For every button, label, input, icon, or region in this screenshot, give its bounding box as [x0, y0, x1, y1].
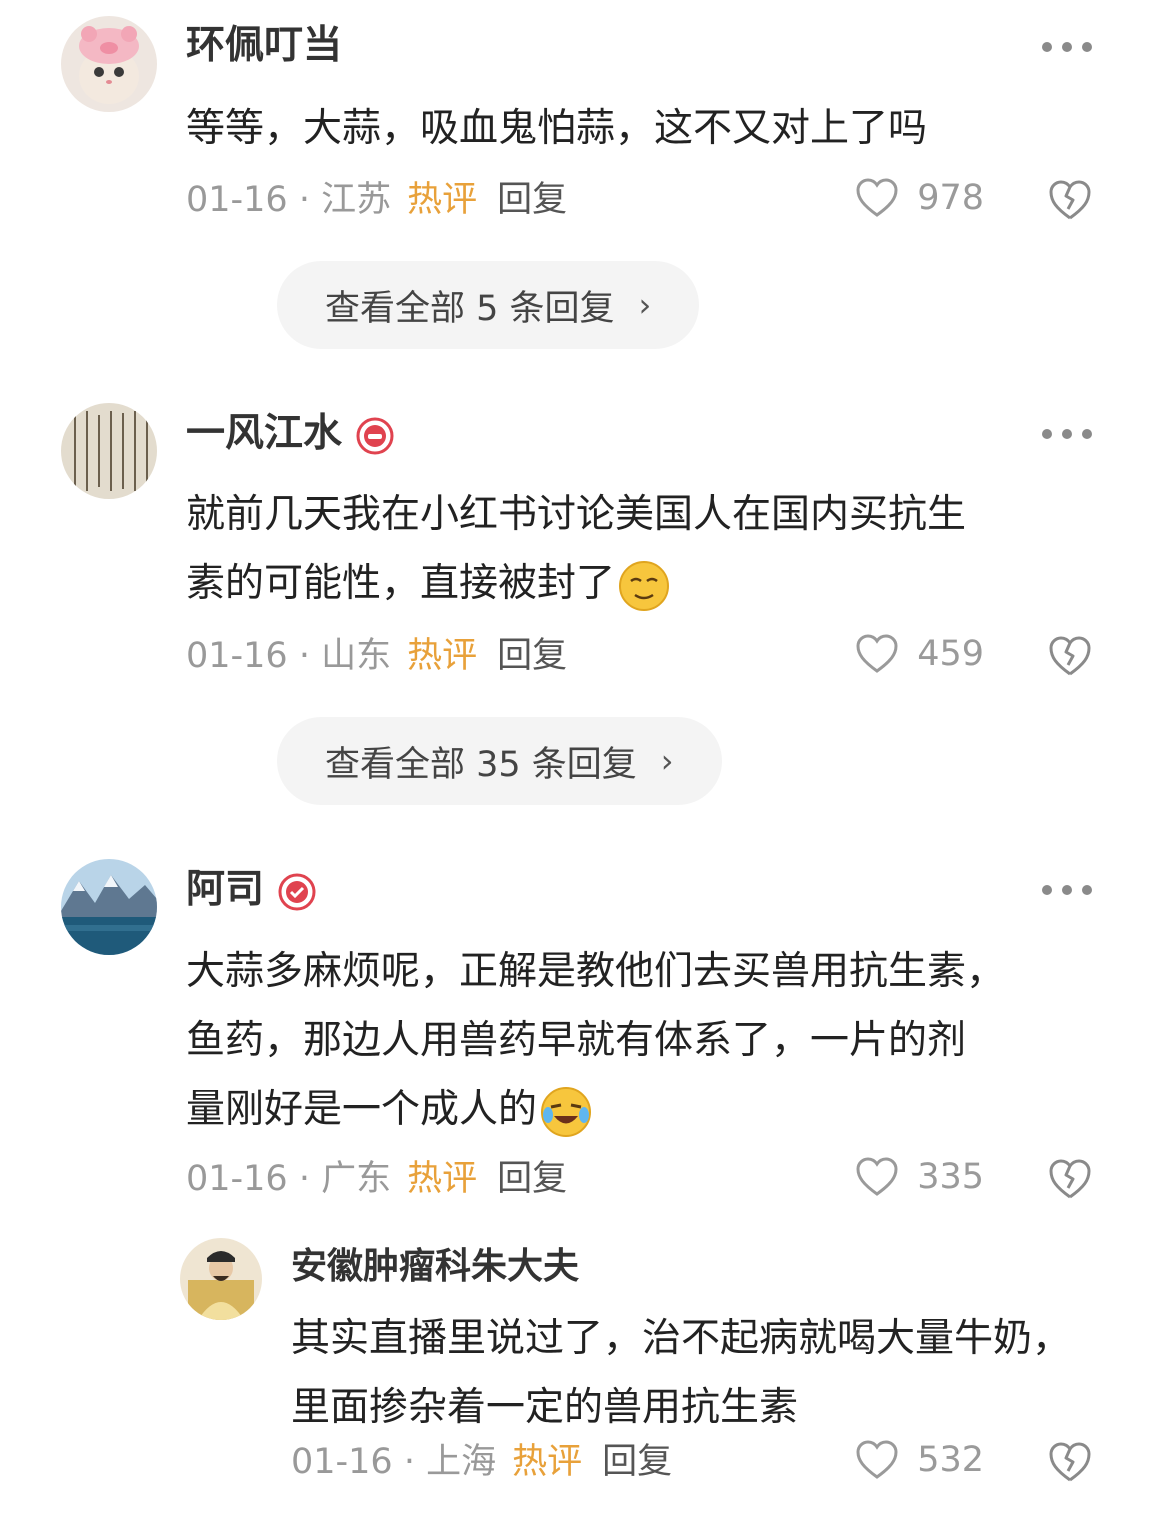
comment-text: 等等，大蒜，吸血鬼怕蒜，这不又对上了吗 — [186, 94, 927, 163]
comment-text: 就前几天我在小红书讨论美国人在国内买抗生 素的可能性，直接被封了 — [186, 480, 966, 618]
broken-heart-icon[interactable] — [1048, 1440, 1092, 1484]
more-dots-icon[interactable] — [1042, 40, 1092, 54]
reply-text-line: 里面掺杂着一定的兽用抗生素 — [291, 1385, 799, 1430]
comment-text-line-content: 量刚好是一个成人的 — [186, 1087, 538, 1132]
broken-heart-icon[interactable] — [1048, 634, 1092, 678]
heart-icon[interactable] — [855, 1157, 899, 1197]
like-button[interactable]: 532 — [855, 1438, 984, 1482]
username[interactable]: 环佩叮当 — [186, 22, 342, 70]
comment-location: 山东 — [321, 636, 392, 676]
reply-button[interactable]: 回复 — [497, 1159, 567, 1199]
comment-text: 大蒜多麻烦呢，正解是教他们去买兽用抗生素， 鱼药，那边人用兽药早就有体系了，一片… — [186, 937, 1005, 1144]
like-count: 978 — [917, 178, 984, 218]
reply-date: 01-16 — [291, 1442, 393, 1482]
comment-text-line: 就前几天我在小红书讨论美国人在国内买抗生 — [186, 492, 967, 537]
hot-comment-label: 热评 — [512, 1442, 583, 1482]
broken-heart-icon[interactable] — [1048, 178, 1092, 222]
username[interactable]: 阿司 — [186, 866, 316, 914]
meta-separator: · — [392, 1442, 427, 1482]
meta-separator: · — [287, 636, 322, 676]
smug-face-emoji-icon — [619, 560, 670, 611]
heart-icon[interactable] — [855, 634, 899, 674]
username-text[interactable]: 安徽肿瘤科朱大夫 — [291, 1246, 579, 1287]
heart-icon[interactable] — [855, 178, 899, 218]
comment-text-line: 量刚好是一个成人的 — [186, 1075, 1005, 1144]
hot-comment-label: 热评 — [407, 180, 478, 220]
comment-location: 广东 — [321, 1159, 392, 1199]
comment-text-line: 等等，大蒜，吸血鬼怕蒜，这不又对上了吗 — [186, 106, 928, 151]
verified-badge-icon — [278, 873, 316, 910]
broken-heart-icon[interactable] — [1048, 1157, 1092, 1201]
comment-date: 01-16 — [186, 1159, 288, 1199]
view-replies-label[interactable]: 查看全部 5 条回复 — [325, 280, 615, 331]
username[interactable]: 一风江水 — [186, 410, 394, 458]
comment-text-line: 素的可能性，直接被封了 — [186, 549, 966, 618]
like-button[interactable]: 459 — [855, 632, 984, 676]
comment-location: 江苏 — [321, 180, 392, 220]
like-button[interactable]: 335 — [855, 1155, 984, 1199]
reply-button[interactable]: 回复 — [602, 1442, 672, 1482]
heart-icon[interactable] — [855, 1440, 899, 1480]
username-text[interactable]: 环佩叮当 — [186, 23, 342, 68]
crying-laughing-emoji-icon — [541, 1086, 592, 1137]
like-count: 459 — [917, 634, 984, 674]
username-text[interactable]: 一风江水 — [186, 411, 342, 456]
comment-meta: 01-16 · 山东 热评 回复 — [186, 634, 567, 678]
reply-button[interactable]: 回复 — [497, 636, 567, 676]
username-text[interactable]: 阿司 — [186, 867, 264, 912]
hot-comment-label: 热评 — [407, 1159, 478, 1199]
reply-text: 其实直播里说过了，治不起病就喝大量牛奶， 里面掺杂着一定的兽用抗生素 — [291, 1304, 1071, 1442]
hot-comment-label: 热评 — [407, 636, 478, 676]
avatar[interactable] — [61, 859, 157, 955]
like-count: 532 — [917, 1440, 984, 1480]
comment-text-line: 鱼药，那边人用兽药早就有体系了，一片的剂 — [186, 1018, 967, 1063]
comment-text-line-content: 素的可能性，直接被封了 — [186, 561, 616, 606]
comment-date: 01-16 — [186, 636, 288, 676]
avatar[interactable] — [180, 1238, 262, 1320]
verified-badge-icon — [356, 417, 394, 454]
more-dots-icon[interactable] — [1042, 427, 1092, 441]
avatar[interactable] — [61, 403, 157, 499]
more-dots-icon[interactable] — [1042, 883, 1092, 897]
chevron-right-icon: › — [660, 742, 674, 780]
comment-meta: 01-16 · 江苏 热评 回复 — [186, 178, 567, 222]
view-replies-button[interactable]: 查看全部 5 条回复 › — [277, 261, 700, 349]
comment-text-line: 大蒜多麻烦呢，正解是教他们去买兽用抗生素， — [186, 949, 1006, 994]
username[interactable]: 安徽肿瘤科朱大夫 — [291, 1243, 579, 1291]
reply-meta: 01-16 · 上海 热评 回复 — [291, 1440, 672, 1484]
like-count: 335 — [917, 1157, 984, 1197]
chevron-right-icon: › — [638, 286, 652, 324]
comment-date: 01-16 — [186, 180, 288, 220]
like-button[interactable]: 978 — [855, 176, 984, 220]
view-replies-button[interactable]: 查看全部 35 条回复 › — [277, 717, 722, 805]
meta-separator: · — [287, 1159, 322, 1199]
reply-location: 上海 — [426, 1442, 497, 1482]
reply-text-line: 其实直播里说过了，治不起病就喝大量牛奶， — [291, 1316, 1072, 1361]
meta-separator: · — [287, 180, 322, 220]
view-replies-label[interactable]: 查看全部 35 条回复 — [325, 736, 637, 787]
reply-button[interactable]: 回复 — [497, 180, 567, 220]
avatar[interactable] — [61, 16, 157, 112]
comment-meta: 01-16 · 广东 热评 回复 — [186, 1157, 567, 1201]
